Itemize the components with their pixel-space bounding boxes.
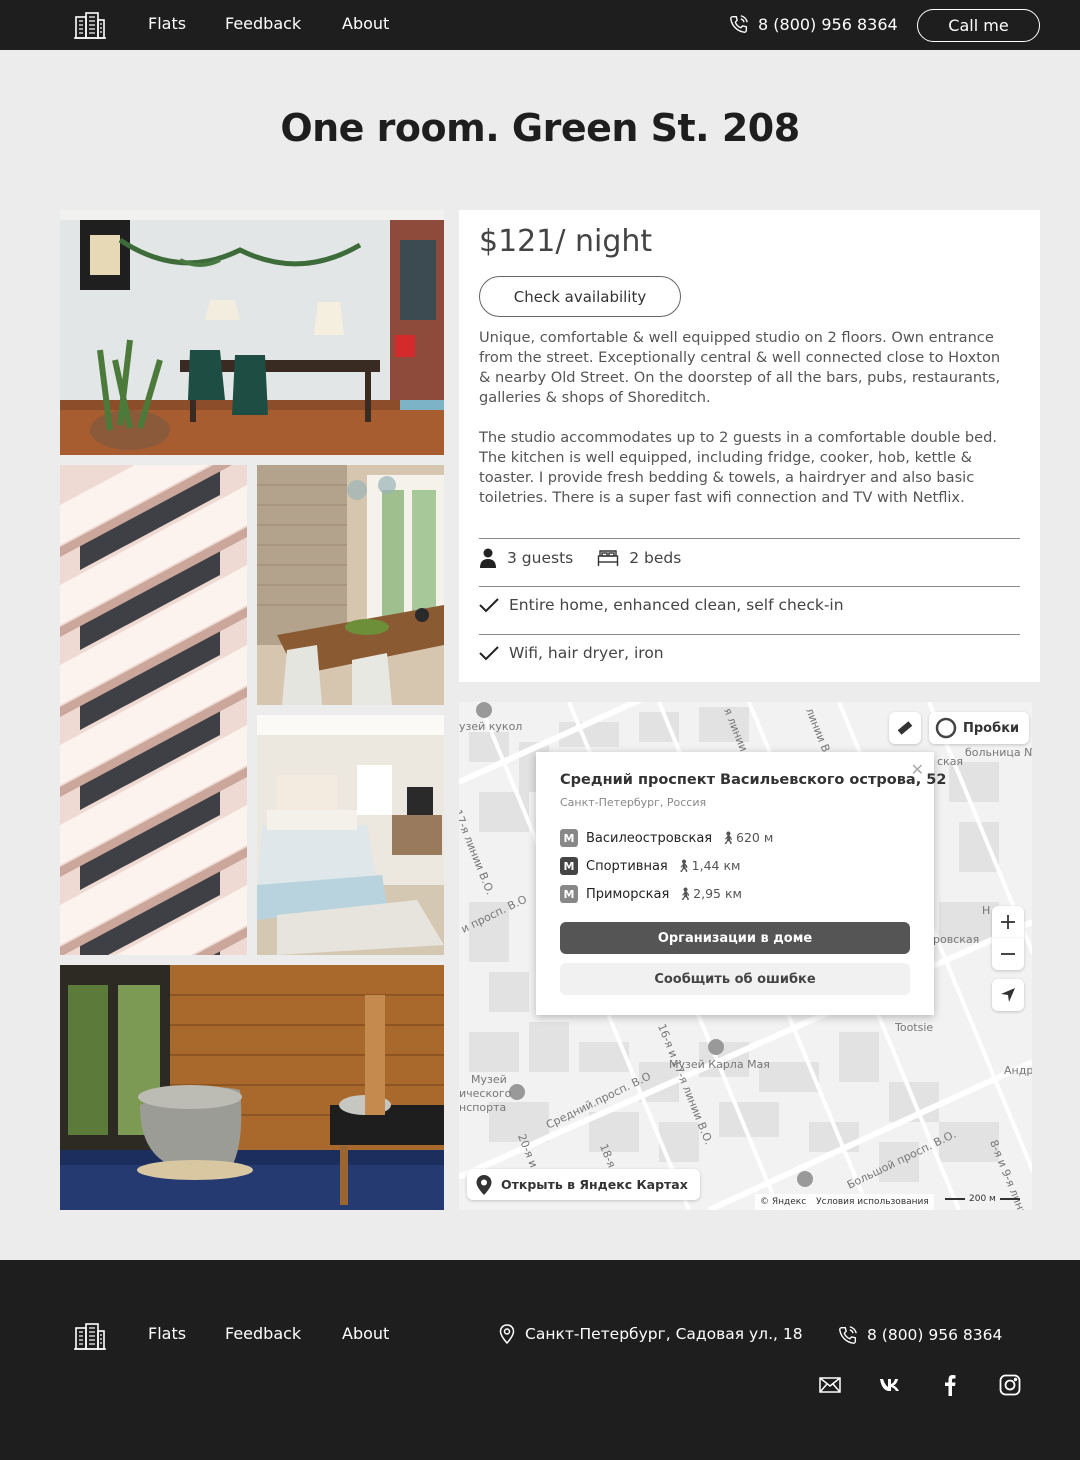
checkmark-icon — [479, 598, 499, 613]
popup-city: Санкт-Петербург, Россия — [560, 796, 707, 809]
open-yandex-maps-button[interactable]: Открыть в Яндекс Картах — [467, 1169, 700, 1200]
metro-name: Василеостровская — [586, 830, 713, 846]
map-label: ического — [459, 1087, 512, 1100]
footer: Flats Feedback About Санкт-Петербург, Са… — [0, 1260, 1080, 1460]
header: Flats Feedback About 8 (800) 956 8364 Ca… — [0, 0, 1080, 50]
feature-row-1: Entire home, enhanced clean, self check-… — [479, 596, 844, 614]
building-logo-icon[interactable] — [74, 11, 106, 39]
map-pin-icon — [476, 1174, 492, 1195]
divider — [479, 586, 1020, 587]
map-label: ская — [937, 755, 964, 768]
feature-text-1: Entire home, enhanced clean, self check-… — [509, 596, 844, 614]
phone-icon — [730, 15, 748, 33]
bed-icon — [598, 550, 619, 566]
instagram-icon[interactable] — [999, 1374, 1021, 1396]
map-label: Н — [982, 904, 991, 917]
person-icon — [480, 548, 496, 568]
description-paragraph-1: Unique, comfortable & well equipped stud… — [479, 329, 1001, 406]
ruler-icon[interactable] — [889, 712, 921, 744]
traffic-icon — [935, 717, 957, 739]
phone-icon — [839, 1326, 857, 1344]
metro-distance: 🚶︎1,44 км — [675, 858, 741, 873]
open-yandex-maps-label: Открыть в Яндекс Картах — [501, 1177, 688, 1192]
nav-flats[interactable]: Flats — [148, 14, 186, 33]
map-label: нспорта — [459, 1101, 507, 1114]
email-icon[interactable] — [819, 1374, 841, 1396]
terms-link[interactable]: Условия использования — [816, 1197, 929, 1207]
price: $121/ night — [479, 224, 653, 259]
map-label: узей кукол — [459, 720, 523, 733]
photo-kitchen-table[interactable] — [257, 465, 444, 705]
map-label: Tootsie — [895, 1021, 934, 1034]
copyright-text[interactable]: © Яндекс — [760, 1197, 806, 1207]
divider — [479, 634, 1020, 635]
metro-distance-value: 620 м — [736, 830, 774, 845]
check-availability-button[interactable]: Check availability — [479, 276, 681, 317]
traffic-button[interactable]: Пробки — [929, 712, 1030, 744]
metro-row[interactable]: M Василеостровская 🚶︎620 м — [560, 829, 773, 847]
footer-address-text: Санкт-Петербург, Садовая ул., 18 — [525, 1325, 803, 1343]
guests-count: 3 guests — [507, 549, 574, 567]
scale-label: 200 м — [969, 1194, 996, 1204]
metro-name: Спортивная — [586, 858, 668, 874]
metro-distance-value: 2,95 км — [693, 886, 742, 901]
traffic-label: Пробки — [963, 720, 1020, 736]
capacity-row: 3 guests 2 beds — [479, 548, 681, 568]
photo-building-facade[interactable] — [60, 465, 247, 955]
feature-text-2: Wifi, hair dryer, iron — [509, 644, 664, 662]
metro-row[interactable]: M Спортивная 🚶︎1,44 км — [560, 857, 740, 875]
zoom-out-button[interactable] — [992, 938, 1024, 970]
description-paragraph-2: The studio accommodates up to 2 guests i… — [479, 429, 997, 506]
address-popup: Средний проспект Васильевского острова, … — [536, 752, 946, 1015]
photo-dining-room[interactable] — [60, 210, 444, 455]
map-label: Музей — [471, 1073, 507, 1086]
map-copyright: © Яндекс Условия использования — [755, 1194, 934, 1210]
photo-bedroom[interactable] — [257, 715, 444, 955]
report-error-button[interactable]: Сообщить об ошибке — [560, 963, 910, 995]
nav-feedback[interactable]: Feedback — [225, 14, 301, 33]
building-logo-icon[interactable] — [74, 1322, 106, 1350]
metro-distance-value: 1,44 км — [691, 858, 741, 873]
map-scale: 200 м — [945, 1194, 1020, 1204]
facebook-icon[interactable] — [939, 1374, 961, 1396]
metro-icon: M — [560, 829, 578, 847]
footer-phone[interactable]: 8 (800) 956 8364 — [837, 1324, 1002, 1346]
map-label: Андр — [1004, 1064, 1032, 1077]
beds-count: 2 beds — [629, 549, 682, 567]
zoom-in-button[interactable] — [992, 906, 1024, 938]
location-pin-icon — [499, 1324, 515, 1344]
footer-nav-feedback[interactable]: Feedback — [225, 1324, 301, 1343]
call-me-button[interactable]: Call me — [917, 9, 1040, 42]
page-title: One room. Green St. 208 — [280, 106, 800, 150]
close-icon[interactable]: ✕ — [911, 760, 924, 779]
listing-info-card: $121/ night Check availability Unique, c… — [459, 210, 1040, 682]
footer-phone-number: 8 (800) 956 8364 — [867, 1326, 1003, 1344]
yandex-map[interactable]: узей кукол и 17-я линии В.О. я линии В.О… — [459, 702, 1032, 1210]
metro-distance: 🚶︎620 м — [720, 830, 774, 845]
footer-nav-flats[interactable]: Flats — [148, 1324, 186, 1343]
popup-address: Средний проспект Васильевского острова, … — [560, 772, 947, 788]
metro-icon: M — [560, 885, 578, 903]
map-label: больница № — [965, 746, 1032, 759]
metro-icon: M — [560, 857, 578, 875]
nav-about[interactable]: About — [342, 14, 389, 33]
header-phone[interactable]: 8 (800) 956 8364 — [728, 13, 898, 35]
vk-icon[interactable] — [879, 1374, 901, 1396]
header-phone-number: 8 (800) 956 8364 — [758, 14, 898, 34]
footer-nav-about[interactable]: About — [342, 1324, 389, 1343]
organizations-button[interactable]: Организации в доме — [560, 922, 910, 954]
checkmark-icon — [479, 646, 499, 661]
geolocation-icon[interactable] — [992, 979, 1024, 1011]
photo-bathroom[interactable] — [60, 965, 444, 1210]
metro-name: Приморская — [586, 886, 670, 902]
divider — [479, 538, 1020, 539]
feature-row-2: Wifi, hair dryer, iron — [479, 644, 664, 662]
map-label: ровская — [933, 933, 980, 946]
footer-address: Санкт-Петербург, Садовая ул., 18 — [499, 1324, 803, 1344]
metro-row[interactable]: M Приморская 🚶︎2,95 км — [560, 885, 742, 903]
metro-distance: 🚶︎2,95 км — [677, 886, 742, 901]
